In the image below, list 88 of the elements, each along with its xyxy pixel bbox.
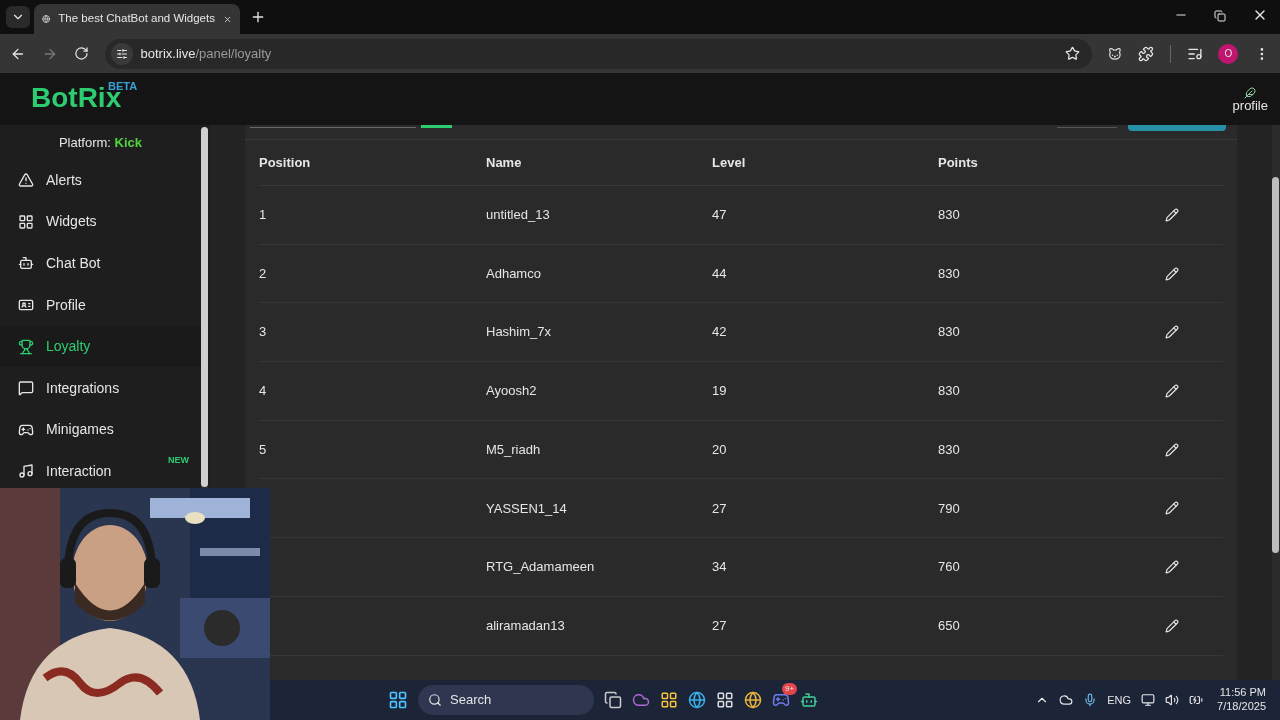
- edit-icon[interactable]: [1165, 442, 1179, 457]
- warning-icon: [18, 172, 34, 189]
- position-cell: 4: [259, 383, 267, 399]
- platform-label: Platform: Kick: [57, 134, 144, 152]
- volume-icon[interactable]: [1165, 693, 1180, 707]
- robot-app-icon[interactable]: [800, 691, 818, 709]
- level-cell-text: 44: [712, 264, 728, 283]
- edit-icon[interactable]: [1165, 501, 1179, 516]
- profile-avatar[interactable]: O: [1218, 43, 1239, 64]
- trophy-icon: [18, 338, 34, 355]
- edit-icon[interactable]: [1165, 266, 1179, 281]
- level-cell-text: 20: [712, 440, 728, 459]
- column-header: Name: [486, 153, 523, 172]
- nav-item[interactable]: Chat Bot: [0, 242, 201, 285]
- new-label: NEW: [168, 453, 189, 467]
- music-note-icon: [18, 463, 34, 480]
- position-cell: 5: [259, 441, 267, 457]
- name-cell-text: YASSEN1_14: [486, 499, 568, 518]
- edit-icon[interactable]: [1165, 325, 1179, 340]
- reload-icon[interactable]: [73, 46, 89, 61]
- extensions-icon[interactable]: [1137, 45, 1154, 62]
- nav-item[interactable]: Minigames: [0, 409, 201, 451]
- name-cell-text: RTG_Adamameen: [486, 558, 596, 577]
- bookmark-icon[interactable]: [1064, 46, 1080, 61]
- level-cell-text: 47: [712, 206, 728, 225]
- column-header: Position: [259, 153, 312, 172]
- feather-icon: [1244, 86, 1257, 99]
- name-cell-text: Adhamco: [486, 264, 542, 283]
- column-header: Points: [938, 153, 979, 172]
- name-cell-text: aliramadan13: [486, 616, 566, 635]
- clock[interactable]: 11:56 PM 7/18/2025: [1217, 686, 1266, 714]
- task-view-icon[interactable]: [604, 691, 622, 709]
- edit-icon[interactable]: [1165, 383, 1179, 398]
- language-indicator[interactable]: ENG: [1107, 691, 1132, 709]
- page-scrollbar-thumb[interactable]: [1272, 177, 1279, 553]
- notification-badge: 9+: [782, 683, 798, 695]
- points-cell-text: 790: [938, 499, 961, 518]
- microphone-icon[interactable]: [1083, 693, 1098, 707]
- nav-item[interactable]: Widgets: [0, 201, 201, 243]
- points-cell-text: 760: [938, 558, 961, 577]
- chat-icon: [18, 380, 34, 397]
- position-cell: 3: [259, 324, 267, 340]
- browser-tab[interactable]: The best ChatBot and Widgets: [34, 4, 240, 34]
- level-cell-text: 34: [712, 558, 728, 577]
- points-cell-text: 830: [938, 323, 961, 342]
- points-cell-text: 830: [938, 382, 961, 401]
- position-cell: 2: [259, 265, 267, 281]
- points-cell-text: 650: [938, 616, 961, 635]
- nav-item[interactable]: Profile: [0, 284, 201, 326]
- name-cell-text: Ayoosh2: [486, 382, 538, 401]
- edit-icon[interactable]: [1165, 618, 1179, 633]
- robot-icon: [18, 255, 34, 272]
- level-cell-text: 27: [712, 616, 728, 635]
- name-cell-text: untitled_13: [486, 206, 551, 225]
- nav-item[interactable]: Alerts: [0, 159, 201, 202]
- cat-icon[interactable]: [1107, 46, 1122, 61]
- taskbar-search[interactable]: Search: [418, 685, 594, 715]
- profile-link[interactable]: profile: [1232, 98, 1268, 112]
- battery-icon[interactable]: [1189, 693, 1204, 707]
- start-icon[interactable]: [388, 690, 408, 710]
- nav-item[interactable]: Interaction NEW: [0, 450, 201, 493]
- new-tab-icon[interactable]: [250, 9, 266, 25]
- name-cell-text: M5_riadh: [486, 440, 542, 459]
- edit-icon[interactable]: [1165, 207, 1179, 222]
- level-cell-text: 19: [712, 382, 728, 401]
- nav-item[interactable]: Integrations: [0, 367, 201, 410]
- url-text: botrix.live/panel/loyalty: [140, 44, 272, 63]
- points-cell-text: 830: [938, 440, 961, 459]
- level-cell-text: 27: [712, 499, 728, 518]
- points-cell-text: 830: [938, 264, 961, 283]
- address-bar[interactable]: botrix.live/panel/loyalty: [104, 38, 1092, 69]
- column-header: Level: [712, 153, 747, 172]
- cloud-icon[interactable]: [1059, 693, 1074, 707]
- filter-field[interactable]: [250, 125, 416, 128]
- position-cell: 1: [259, 207, 267, 223]
- sidebar-scrollbar-thumb[interactable]: [201, 127, 208, 487]
- search-icon: [428, 693, 442, 707]
- tab-list-button[interactable]: [6, 6, 30, 28]
- site-settings-icon[interactable]: [110, 42, 133, 65]
- browser-icon[interactable]: [688, 691, 706, 709]
- nav-item[interactable]: Loyalty: [0, 325, 201, 368]
- site-icon: [42, 13, 51, 25]
- points-cell-text: 830: [938, 206, 961, 225]
- level-cell-text: 42: [712, 323, 728, 342]
- grid-icon: [18, 213, 34, 230]
- restore-icon[interactable]: [1214, 10, 1226, 22]
- edit-icon[interactable]: [1165, 559, 1179, 574]
- name-cell-text: Hashim_7x: [486, 323, 553, 342]
